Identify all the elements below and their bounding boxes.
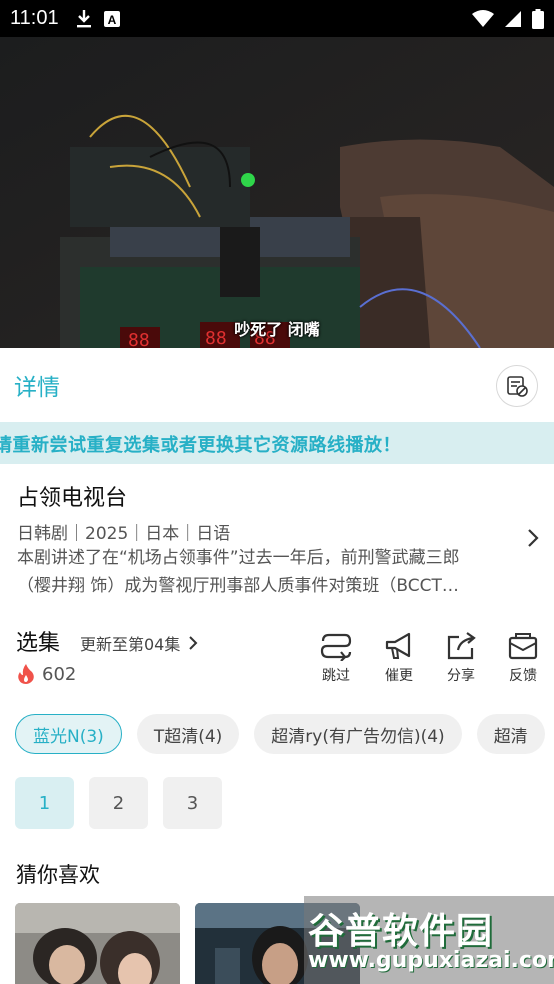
details-title: 详情 (14, 375, 60, 401)
source-chip[interactable]: 超清 (476, 714, 545, 754)
notice-banner: 请重新尝试重复选集或者更换其它资源路线播放！ (0, 422, 554, 464)
font-a-icon: A (103, 10, 120, 27)
show-meta: 日韩剧｜2025｜日本｜日语 (17, 524, 231, 544)
svg-text:A: A (107, 13, 116, 27)
source-chips: 蓝光N(3) T超清(4) 超清ry(有广告勿信)(4) 超清 (15, 714, 545, 754)
flame-icon (18, 664, 34, 684)
heat-counter: 602 (16, 663, 76, 685)
urge-update-label: 催更 (385, 668, 413, 684)
site-watermark: 谷普软件园 www.gupuxiazai.com (304, 896, 554, 984)
details-header: 详情 (0, 348, 554, 422)
source-chip[interactable]: 超清ry(有广告勿信)(4) (254, 714, 462, 754)
video-frame: 88 88 88 (0, 37, 554, 348)
chevron-right-icon (189, 636, 198, 650)
share-label: 分享 (447, 668, 475, 684)
battery-icon (532, 8, 544, 29)
skip-icon (320, 633, 352, 661)
feedback-label: 反馈 (509, 668, 537, 684)
page-button[interactable]: 2 (89, 777, 148, 829)
show-description-line: （樱井翔 饰）成为警视厅刑事部人质事件对策班（BCCT… (17, 576, 459, 596)
watermark-url: www.gupuxiazai.com (308, 948, 554, 973)
skip-button[interactable]: 跳过 (316, 631, 356, 685)
show-description[interactable]: 本剧讲述了在“机场占领事件”过去一年后，前刑警武藏三郎 （樱井翔 饰）成为警视厅… (17, 544, 517, 600)
status-time: 11:01 (10, 7, 59, 29)
page-button[interactable]: 3 (163, 777, 222, 829)
notice-text: 请重新尝试重复选集或者更换其它资源路线播放！ (0, 435, 401, 456)
video-player[interactable]: 88 88 88 吵死了 闭嘴 (0, 37, 554, 348)
signal-icon (505, 10, 521, 27)
chevron-right-icon[interactable] (526, 527, 540, 549)
skip-label: 跳过 (322, 668, 350, 684)
download-icon (76, 9, 91, 27)
poster-image (15, 903, 180, 984)
episodes-update-text: 更新至第04集 (80, 635, 181, 654)
video-subtitle: 吵死了 闭嘴 (234, 320, 320, 339)
show-title: 占领电视台 (17, 486, 128, 511)
recommend-title: 猜你喜欢 (16, 863, 100, 887)
share-button[interactable]: 分享 (441, 631, 481, 685)
document-settings-icon (507, 376, 528, 397)
show-description-line: 本剧讲述了在“机场占领事件”过去一年后，前刑警武藏三郎 (17, 548, 460, 568)
urge-update-button[interactable]: 催更 (379, 631, 419, 685)
source-chip[interactable]: 蓝光N(3) (15, 714, 122, 754)
source-chip[interactable]: T超清(4) (136, 714, 240, 754)
heat-value: 602 (42, 663, 77, 685)
wifi-icon (472, 9, 494, 27)
details-options-button[interactable] (496, 365, 538, 407)
episodes-update-link[interactable]: 更新至第04集 (80, 631, 198, 655)
watermark-main: 谷普软件园 (308, 911, 494, 952)
megaphone-icon (385, 632, 411, 659)
feedback-mail-icon (508, 633, 538, 660)
feedback-button[interactable]: 反馈 (503, 631, 543, 685)
status-bar: 11:01 A (0, 0, 554, 37)
page-button[interactable]: 1 (15, 777, 74, 829)
recommend-thumbnail[interactable] (15, 903, 180, 984)
episode-pages: 1 2 3 (15, 777, 222, 829)
share-icon (447, 632, 476, 660)
episodes-title: 选集 (16, 631, 61, 656)
